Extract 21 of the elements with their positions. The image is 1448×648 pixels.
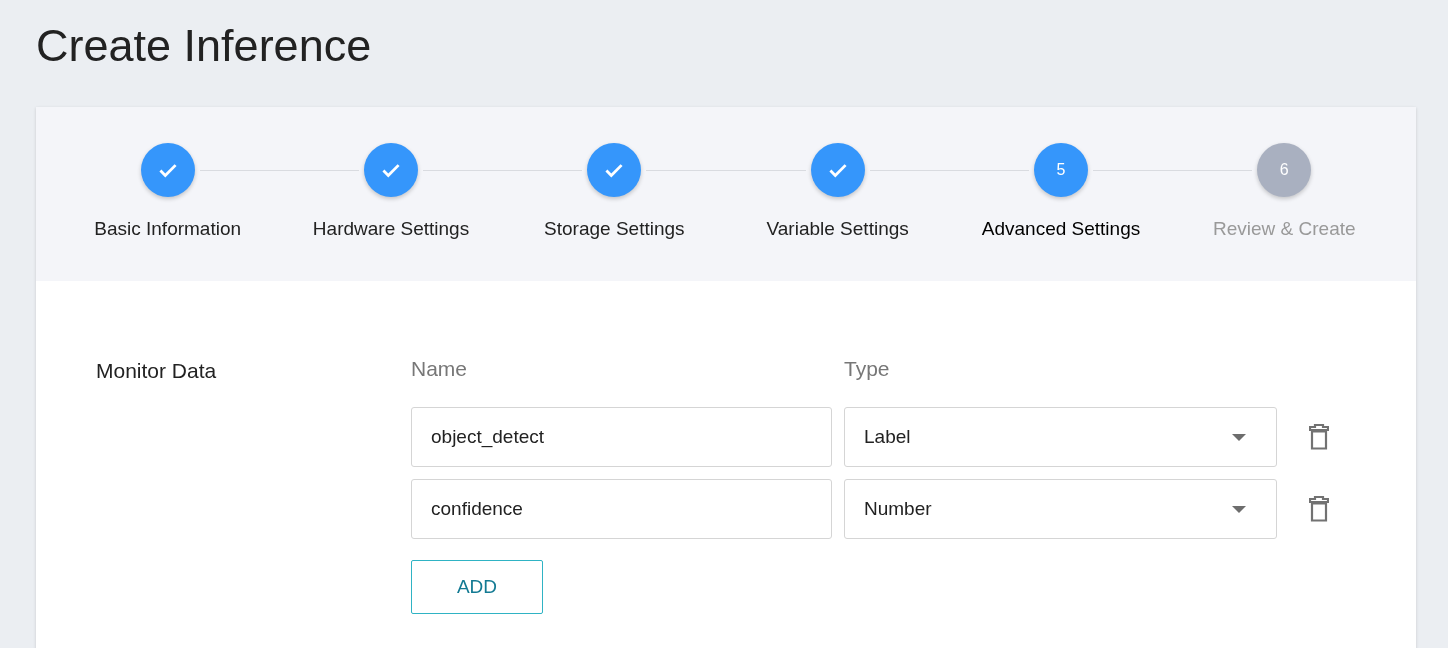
column-header: Type bbox=[844, 357, 891, 382]
step-label: Advanced Settings bbox=[981, 218, 1141, 240]
delete-icon[interactable] bbox=[1309, 496, 1329, 522]
name-input-field[interactable]: confidence bbox=[411, 479, 832, 539]
step-label: Variable Settings bbox=[766, 218, 909, 240]
page-title: Create Inference bbox=[36, 19, 372, 72]
type-select[interactable]: Number bbox=[844, 479, 1277, 539]
step-label: Hardware Settings bbox=[312, 218, 470, 240]
column-header: Name bbox=[411, 357, 469, 382]
dropdown-caret-icon bbox=[1232, 505, 1246, 513]
add-button[interactable]: ADD bbox=[411, 560, 543, 614]
step-number: 5 bbox=[1056, 161, 1066, 179]
step-label: Basic Information bbox=[94, 218, 242, 240]
name-input-field[interactable]: object_detect bbox=[411, 407, 832, 467]
step-number: 6 bbox=[1279, 161, 1289, 179]
step-label: Storage Settings bbox=[544, 218, 685, 240]
dropdown-caret-icon bbox=[1232, 433, 1246, 441]
type-select[interactable]: Label bbox=[844, 407, 1277, 467]
section-label: Monitor Data bbox=[96, 358, 218, 384]
step-label: Review & Create bbox=[1213, 218, 1356, 240]
delete-icon[interactable] bbox=[1309, 424, 1329, 450]
